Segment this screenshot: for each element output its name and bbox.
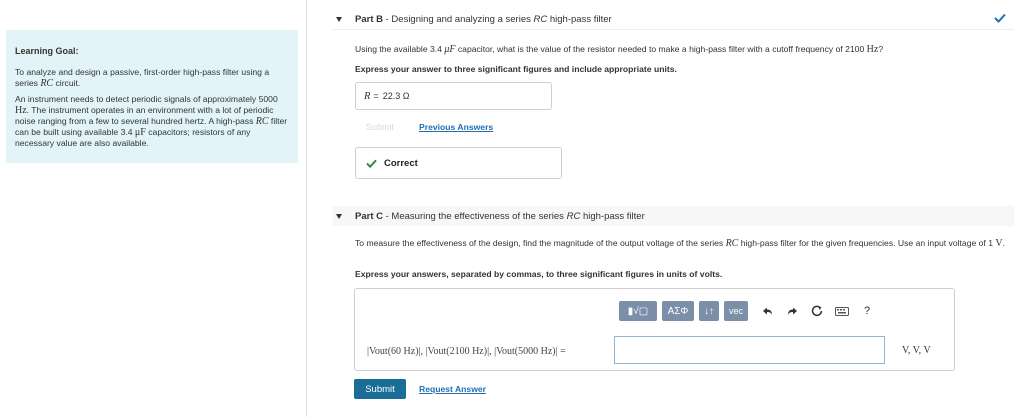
reset-icon[interactable] bbox=[806, 301, 828, 321]
answer-variable: R bbox=[364, 90, 371, 102]
keyboard-icon[interactable] bbox=[831, 301, 853, 321]
column-divider bbox=[306, 0, 307, 417]
correct-label: Correct bbox=[384, 157, 418, 169]
learning-goal-description: An instrument needs to detect periodic s… bbox=[15, 94, 288, 148]
superscript-subscript-button[interactable]: ↓↑ bbox=[699, 301, 719, 321]
part-b-title: Part B - Designing and analyzing a serie… bbox=[355, 14, 612, 25]
part-c-instruction: Express your answers, separated by comma… bbox=[355, 269, 723, 279]
part-b-submit-button[interactable]: Submit bbox=[355, 117, 405, 137]
part-c-header[interactable]: Part C - Measuring the effectiveness of … bbox=[333, 206, 1014, 226]
answer-expression: |Vout(60 Hz)|, |Vout(2100 Hz)|, |Vout(50… bbox=[367, 346, 566, 357]
math-answer-editor: ▮√▢ ΑΣΦ ↓↑ vec ? |Vout(60 Hz)|, |Vout(21… bbox=[354, 288, 955, 371]
previous-answers-link[interactable]: Previous Answers bbox=[419, 122, 493, 132]
units-label: V, V, V bbox=[902, 345, 931, 356]
answer-value: 22.3 Ω bbox=[382, 91, 410, 101]
templates-button[interactable]: ▮√▢ bbox=[619, 301, 657, 321]
completed-check-icon bbox=[994, 13, 1006, 23]
help-icon[interactable]: ? bbox=[856, 301, 878, 321]
math-toolbar: ▮√▢ ΑΣΦ ↓↑ vec ? bbox=[619, 301, 878, 321]
request-answer-link[interactable]: Request Answer bbox=[419, 384, 486, 394]
collapse-caret-icon[interactable] bbox=[336, 17, 342, 22]
redo-icon[interactable] bbox=[781, 301, 803, 321]
greek-symbols-button[interactable]: ΑΣΦ bbox=[662, 301, 694, 321]
part-b-instruction: Express your answer to three significant… bbox=[355, 64, 677, 74]
learning-goal-panel: Learning Goal: To analyze and design a p… bbox=[6, 30, 298, 163]
correct-feedback-box: Correct bbox=[355, 147, 562, 179]
answer-equals: = bbox=[373, 91, 379, 101]
part-c-question: To measure the effectiveness of the desi… bbox=[355, 238, 1005, 249]
learning-goal-title: Learning Goal: bbox=[15, 46, 79, 56]
vector-button[interactable]: vec bbox=[724, 301, 748, 321]
part-b-header[interactable]: Part B - Designing and analyzing a serie… bbox=[333, 10, 1014, 30]
learning-goal-text: To analyze and design a passive, first-o… bbox=[15, 67, 270, 89]
voltage-answer-input[interactable] bbox=[614, 336, 885, 364]
correct-check-icon bbox=[366, 159, 377, 168]
part-b-question: Using the available 3.4 μF capacitor, wh… bbox=[355, 44, 884, 55]
collapse-caret-icon[interactable] bbox=[336, 213, 342, 219]
part-c-title: Part C - Measuring the effectiveness of … bbox=[355, 210, 645, 222]
undo-icon[interactable] bbox=[756, 301, 778, 321]
part-c-submit-button[interactable]: Submit bbox=[354, 379, 406, 399]
part-b-answer-field[interactable]: R = 22.3 Ω bbox=[355, 82, 552, 110]
